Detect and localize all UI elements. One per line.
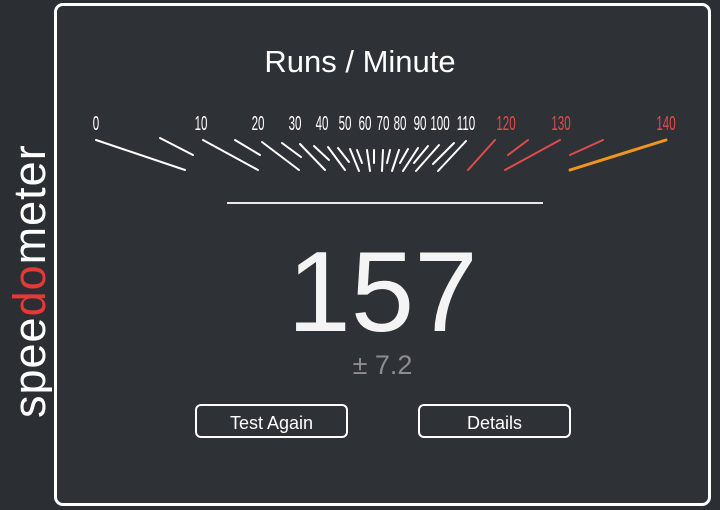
- gauge-label: 10: [195, 113, 208, 135]
- gauge-tick: [569, 139, 604, 156]
- gauge-tick: [261, 141, 300, 171]
- gauge-label: 30: [289, 113, 302, 135]
- gauge-label: 90: [414, 113, 427, 135]
- gauge-tick: [399, 148, 409, 164]
- gauge-tick: [415, 144, 440, 172]
- gauge-tick: [467, 139, 496, 171]
- test-again-button[interactable]: Test Again: [195, 404, 348, 438]
- gauge-tick: [281, 142, 302, 158]
- gauge-label: 80: [394, 113, 407, 135]
- speed-gauge: 0 10 20 30 40 50 60 70 80 90 100 110 120 130 140: [93, 113, 676, 172]
- gauge-divider: [227, 202, 543, 204]
- gauge-tick: [366, 149, 371, 172]
- gauge-tick: [234, 139, 261, 156]
- gauge-label: 130: [551, 113, 570, 135]
- gauge-label: 110: [457, 113, 475, 135]
- gauge-tick: [504, 139, 561, 171]
- gauge-tick: [432, 142, 455, 165]
- gauge-tick: [299, 143, 326, 171]
- gauge-tick: [356, 149, 363, 164]
- result-value: 157: [287, 229, 478, 356]
- gauge-tick: [159, 137, 194, 156]
- logo-text-pre: spee: [4, 316, 52, 418]
- gauge-tick: [386, 149, 391, 164]
- gauge-tick: [381, 149, 384, 172]
- gauge-label: 70: [377, 113, 390, 135]
- gauge-label: 60: [359, 113, 372, 135]
- result-error-margin: ± 7.2: [352, 350, 413, 380]
- gauge-tick: [337, 147, 350, 163]
- gauge-label: 0: [93, 113, 99, 135]
- gauge-label: 40: [316, 113, 329, 135]
- gauge-label: 140: [656, 113, 675, 135]
- gauge-label: 120: [496, 113, 515, 135]
- gauge-needle: [568, 138, 668, 172]
- gauge-tick: [202, 139, 259, 171]
- gauge-tick: [507, 139, 529, 156]
- logo-text-accent: do: [4, 264, 52, 316]
- gauge-label: 50: [339, 113, 352, 135]
- gauge-tick: [391, 149, 400, 172]
- details-button[interactable]: Details: [418, 404, 571, 438]
- gauge-tick: [327, 146, 346, 171]
- gauge-label: 100: [430, 113, 449, 135]
- gauge-label: 20: [252, 113, 265, 135]
- gauge-tick: [313, 145, 330, 161]
